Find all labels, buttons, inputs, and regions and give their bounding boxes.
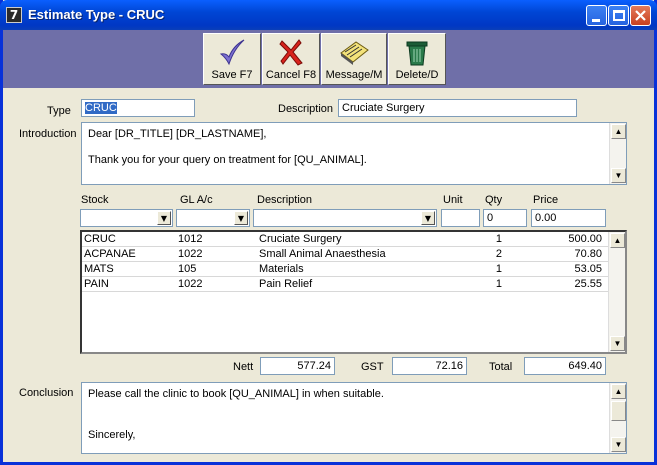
type-field[interactable]: CRUC	[81, 99, 195, 117]
window-title: Estimate Type - CRUC	[28, 7, 165, 22]
delete-button[interactable]: Delete/D	[388, 33, 446, 85]
save-button[interactable]: Save F7	[203, 33, 261, 85]
qty-input[interactable]: 0	[483, 209, 527, 227]
gl-account-header: GL A/c	[180, 194, 213, 206]
description-header: Description	[257, 194, 313, 206]
minimize-icon	[592, 19, 600, 22]
stock-header: Stock	[81, 194, 109, 206]
introduction-label: Introduction	[19, 128, 77, 140]
introduction-line-2: Thank you for your query on treatment fo…	[88, 154, 367, 166]
unit-header: Unit	[443, 194, 463, 206]
qty-header: Qty	[485, 194, 503, 206]
description-dropdown-icon[interactable]: ▼	[421, 211, 435, 225]
message-label: Message/M	[325, 69, 383, 81]
scroll-thumb[interactable]	[611, 401, 626, 421]
table-row[interactable]: MATS 105 Materials 1 53.05	[82, 262, 609, 277]
table-row[interactable]: PAIN 1022 Pain Relief 1 25.55	[82, 277, 609, 292]
nett-value: 577.24	[260, 357, 335, 375]
nett-label: Nett	[233, 361, 254, 373]
introduction-scrollbar[interactable]: ▲ ▼	[609, 123, 626, 184]
row-qty: 2	[495, 248, 502, 260]
description-combo[interactable]: ▼	[253, 209, 437, 227]
gl-dropdown-icon[interactable]: ▼	[234, 211, 248, 225]
trash-can-icon	[406, 41, 428, 66]
row-qty: 1	[495, 233, 502, 245]
gl-account-combo[interactable]: ▼	[176, 209, 250, 227]
description-label: Description	[278, 103, 334, 115]
stock-combo[interactable]: ▼	[80, 209, 173, 227]
row-price: 70.80	[574, 248, 602, 260]
row-stock: MATS	[84, 263, 114, 275]
cancel-x-icon	[279, 39, 303, 66]
total-value: 649.40	[524, 357, 606, 375]
row-description: Small Animal Anaesthesia	[259, 248, 386, 260]
introduction-line-1: Dear [DR_TITLE] [DR_LASTNAME],	[88, 128, 267, 140]
conclusion-scrollbar[interactable]: ▲ ▼	[609, 383, 626, 453]
cancel-label: Cancel F8	[265, 69, 317, 81]
title-bar[interactable]: 7 Estimate Type - CRUC	[0, 0, 657, 30]
close-icon	[635, 10, 646, 21]
scroll-up-icon[interactable]: ▲	[611, 384, 626, 399]
scroll-down-icon[interactable]: ▼	[611, 168, 626, 183]
app-icon: 7	[6, 7, 22, 23]
row-description: Pain Relief	[259, 278, 313, 290]
conclusion-label: Conclusion	[19, 387, 74, 399]
price-input[interactable]: 0.00	[531, 209, 606, 227]
scroll-down-icon[interactable]: ▼	[611, 437, 626, 452]
row-gl: 1022	[178, 278, 203, 290]
estimate-type-window: 7 Estimate Type - CRUC Save F7 Cancel F8	[0, 0, 657, 465]
conclusion-line-1: Please call the clinic to book [QU_ANIMA…	[88, 388, 384, 400]
checkmark-icon	[219, 39, 245, 66]
type-value: CRUC	[85, 102, 117, 114]
row-gl: 1012	[178, 233, 203, 245]
row-description: Materials	[259, 263, 304, 275]
message-envelope-icon	[340, 41, 369, 65]
table-row[interactable]: ACPANAE 1022 Small Animal Anaesthesia 2 …	[82, 247, 609, 262]
maximize-button[interactable]	[608, 5, 629, 26]
scroll-up-icon[interactable]: ▲	[610, 233, 625, 248]
gst-value: 72.16	[392, 357, 467, 375]
row-stock: PAIN	[84, 278, 109, 290]
row-gl: 1022	[178, 248, 203, 260]
scroll-down-icon[interactable]: ▼	[610, 336, 625, 351]
minimize-button[interactable]	[586, 5, 607, 26]
row-qty: 1	[495, 263, 502, 275]
maximize-icon	[613, 10, 625, 21]
table-row[interactable]: CRUC 1012 Cruciate Surgery 1 500.00	[82, 232, 609, 247]
message-button[interactable]: Message/M	[321, 33, 387, 85]
grid-scrollbar[interactable]: ▲ ▼	[608, 232, 625, 352]
description-field[interactable]: Cruciate Surgery	[338, 99, 577, 117]
cancel-button[interactable]: Cancel F8	[262, 33, 320, 85]
row-qty: 1	[495, 278, 502, 290]
unit-input[interactable]	[441, 209, 480, 227]
row-description: Cruciate Surgery	[259, 233, 342, 245]
scroll-up-icon[interactable]: ▲	[611, 124, 626, 139]
row-price: 53.05	[574, 263, 602, 275]
estimate-lines-grid[interactable]: CRUC 1012 Cruciate Surgery 1 500.00 ACPA…	[80, 230, 627, 354]
introduction-memo[interactable]: Dear [DR_TITLE] [DR_LASTNAME], Thank you…	[81, 122, 627, 185]
conclusion-line-2: Sincerely,	[88, 429, 136, 441]
close-button[interactable]	[630, 5, 651, 26]
price-header: Price	[533, 194, 559, 206]
conclusion-memo[interactable]: Please call the clinic to book [QU_ANIMA…	[81, 382, 627, 454]
toolbar: Save F7 Cancel F8 Message/M Delete/D	[3, 30, 654, 88]
row-gl: 105	[178, 263, 197, 275]
stock-dropdown-icon[interactable]: ▼	[157, 211, 171, 225]
row-stock: CRUC	[84, 233, 116, 245]
total-label: Total	[489, 361, 513, 373]
delete-label: Delete/D	[395, 69, 439, 81]
type-label: Type	[47, 105, 71, 117]
row-price: 500.00	[568, 233, 602, 245]
row-price: 25.55	[574, 278, 602, 290]
save-label: Save F7	[211, 69, 253, 81]
gst-label: GST	[361, 361, 384, 373]
row-stock: ACPANAE	[84, 248, 136, 260]
